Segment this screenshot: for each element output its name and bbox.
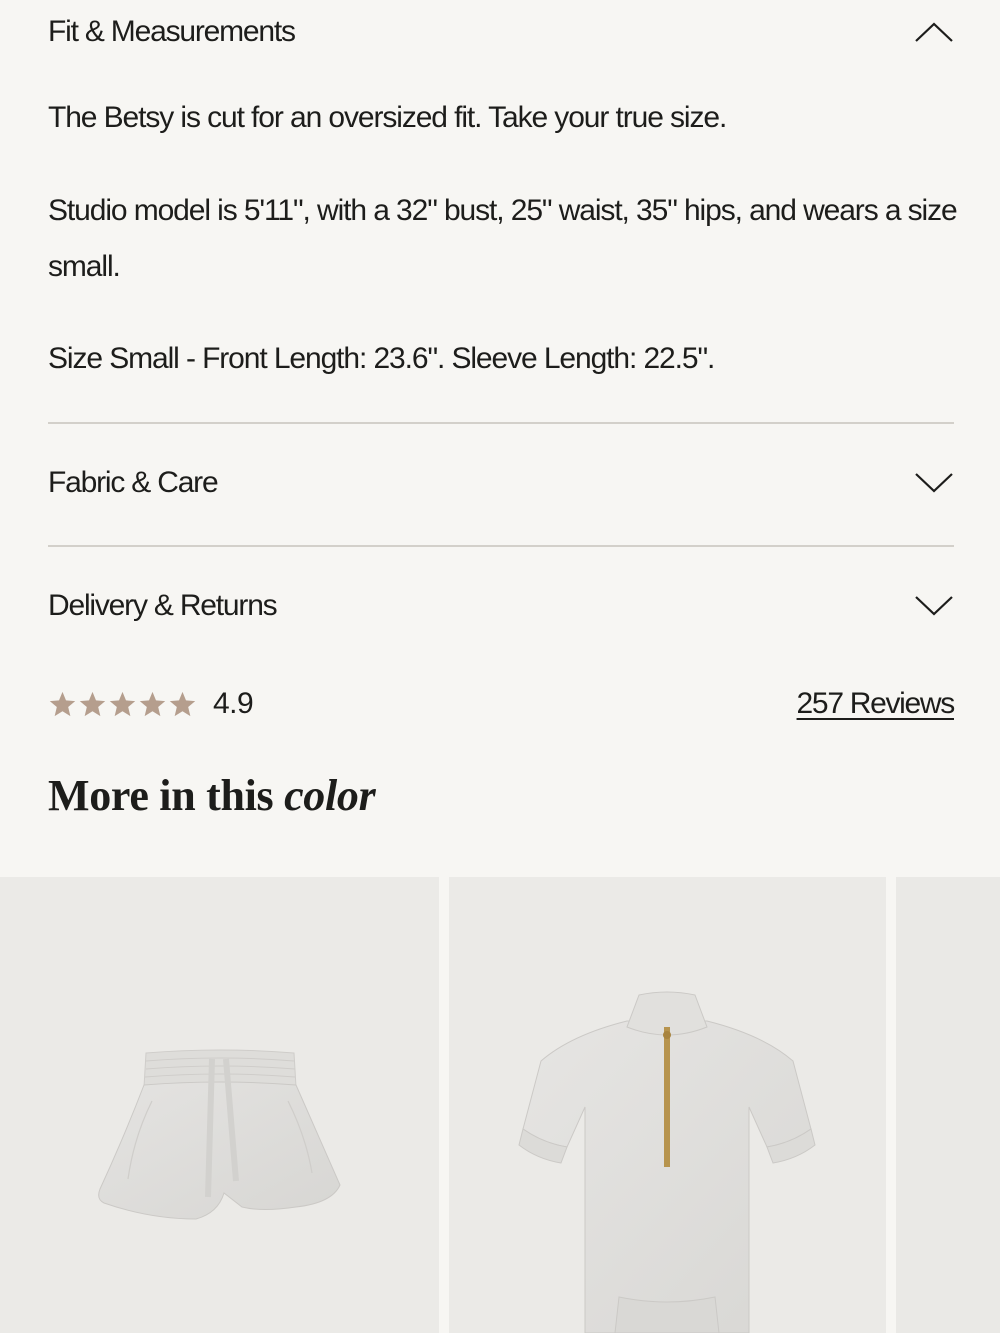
rating-value: 4.9 bbox=[213, 687, 254, 720]
divider bbox=[48, 422, 954, 424]
heading-italic: color bbox=[284, 771, 376, 820]
accordion-fit-title: Fit & Measurements bbox=[48, 15, 296, 48]
star-icon bbox=[49, 691, 76, 716]
star-icon bbox=[79, 691, 106, 716]
divider bbox=[48, 545, 954, 547]
accordion-fit-header[interactable]: Fit & Measurements bbox=[48, 10, 954, 54]
shorts-image bbox=[98, 1049, 341, 1220]
size-measurements: Size Small - Front Length: 23.6". Sleeve… bbox=[48, 342, 715, 375]
star-icon bbox=[109, 691, 136, 716]
model-measurements: Studio model is 5'11", with a 32" bust, … bbox=[48, 194, 958, 283]
chevron-up-icon[interactable] bbox=[914, 21, 954, 43]
accordion-fabric-header[interactable]: Fabric & Care bbox=[48, 461, 954, 505]
chevron-down-icon[interactable] bbox=[914, 472, 954, 494]
section-heading: More in this color bbox=[48, 770, 376, 821]
star-icon bbox=[169, 691, 196, 716]
fit-description: The Betsy is cut for an oversized fit. T… bbox=[48, 101, 727, 134]
product-card[interactable] bbox=[0, 877, 439, 1333]
accordion-fabric-title: Fabric & Care bbox=[48, 466, 219, 499]
chevron-down-icon[interactable] bbox=[914, 595, 954, 617]
heading-plain: More in this bbox=[48, 771, 285, 820]
product-details-page: Fit & Measurements The Betsy is cut for … bbox=[0, 0, 1000, 1333]
product-card[interactable] bbox=[449, 877, 886, 1333]
stars bbox=[48, 690, 197, 719]
star-rating: 4.9 bbox=[48, 687, 254, 721]
star-icon bbox=[139, 691, 166, 716]
product-card[interactable] bbox=[896, 877, 1000, 1333]
rating-row: 4.9 257 Reviews bbox=[48, 682, 956, 726]
half-zip-top-image bbox=[518, 991, 816, 1333]
accordion-delivery-header[interactable]: Delivery & Returns bbox=[48, 584, 954, 628]
reviews-link[interactable]: 257 Reviews bbox=[797, 687, 956, 721]
accordion-delivery-title: Delivery & Returns bbox=[48, 589, 278, 622]
partial-product-image bbox=[896, 877, 1000, 1333]
